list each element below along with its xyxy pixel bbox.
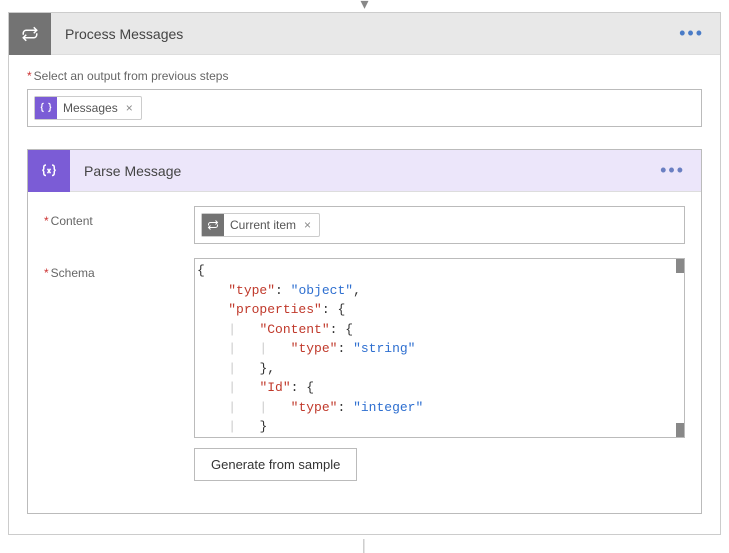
inner-card-title: Parse Message [70,163,644,179]
remove-token-icon[interactable]: × [126,101,133,115]
parse-json-icon [28,150,70,192]
generate-from-sample-button[interactable]: Generate from sample [194,448,357,481]
output-select-input[interactable]: Messages × [27,89,702,127]
parse-message-body: *Content [28,192,701,513]
process-messages-body: *Select an output from previous steps Me… [9,55,720,534]
schema-label: *Schema [44,258,194,280]
messages-token[interactable]: Messages × [34,96,142,120]
parse-message-header[interactable]: Parse Message ••• [28,150,701,192]
content-input[interactable]: Current item × [194,206,685,244]
content-label: *Content [44,206,194,228]
loop-item-icon [202,214,224,236]
current-item-token[interactable]: Current item × [201,213,320,237]
loop-icon [9,13,51,55]
process-messages-card: Process Messages ••• *Select an output f… [8,12,721,535]
schema-textarea[interactable]: { "type": "object", "properties": { | "C… [194,258,685,438]
inner-card-menu-button[interactable]: ••• [644,160,701,181]
flow-arrow-down-icon: ▾ [0,0,729,12]
parse-message-card: Parse Message ••• *Content [27,149,702,514]
output-select-label: *Select an output from previous steps [27,69,702,83]
token-label: Messages [63,101,118,115]
dynamic-content-icon [35,97,57,119]
process-messages-header[interactable]: Process Messages ••• [9,13,720,55]
token-label: Current item [230,218,296,232]
remove-token-icon[interactable]: × [304,218,311,232]
card-menu-button[interactable]: ••• [663,23,720,44]
card-title: Process Messages [51,26,663,42]
